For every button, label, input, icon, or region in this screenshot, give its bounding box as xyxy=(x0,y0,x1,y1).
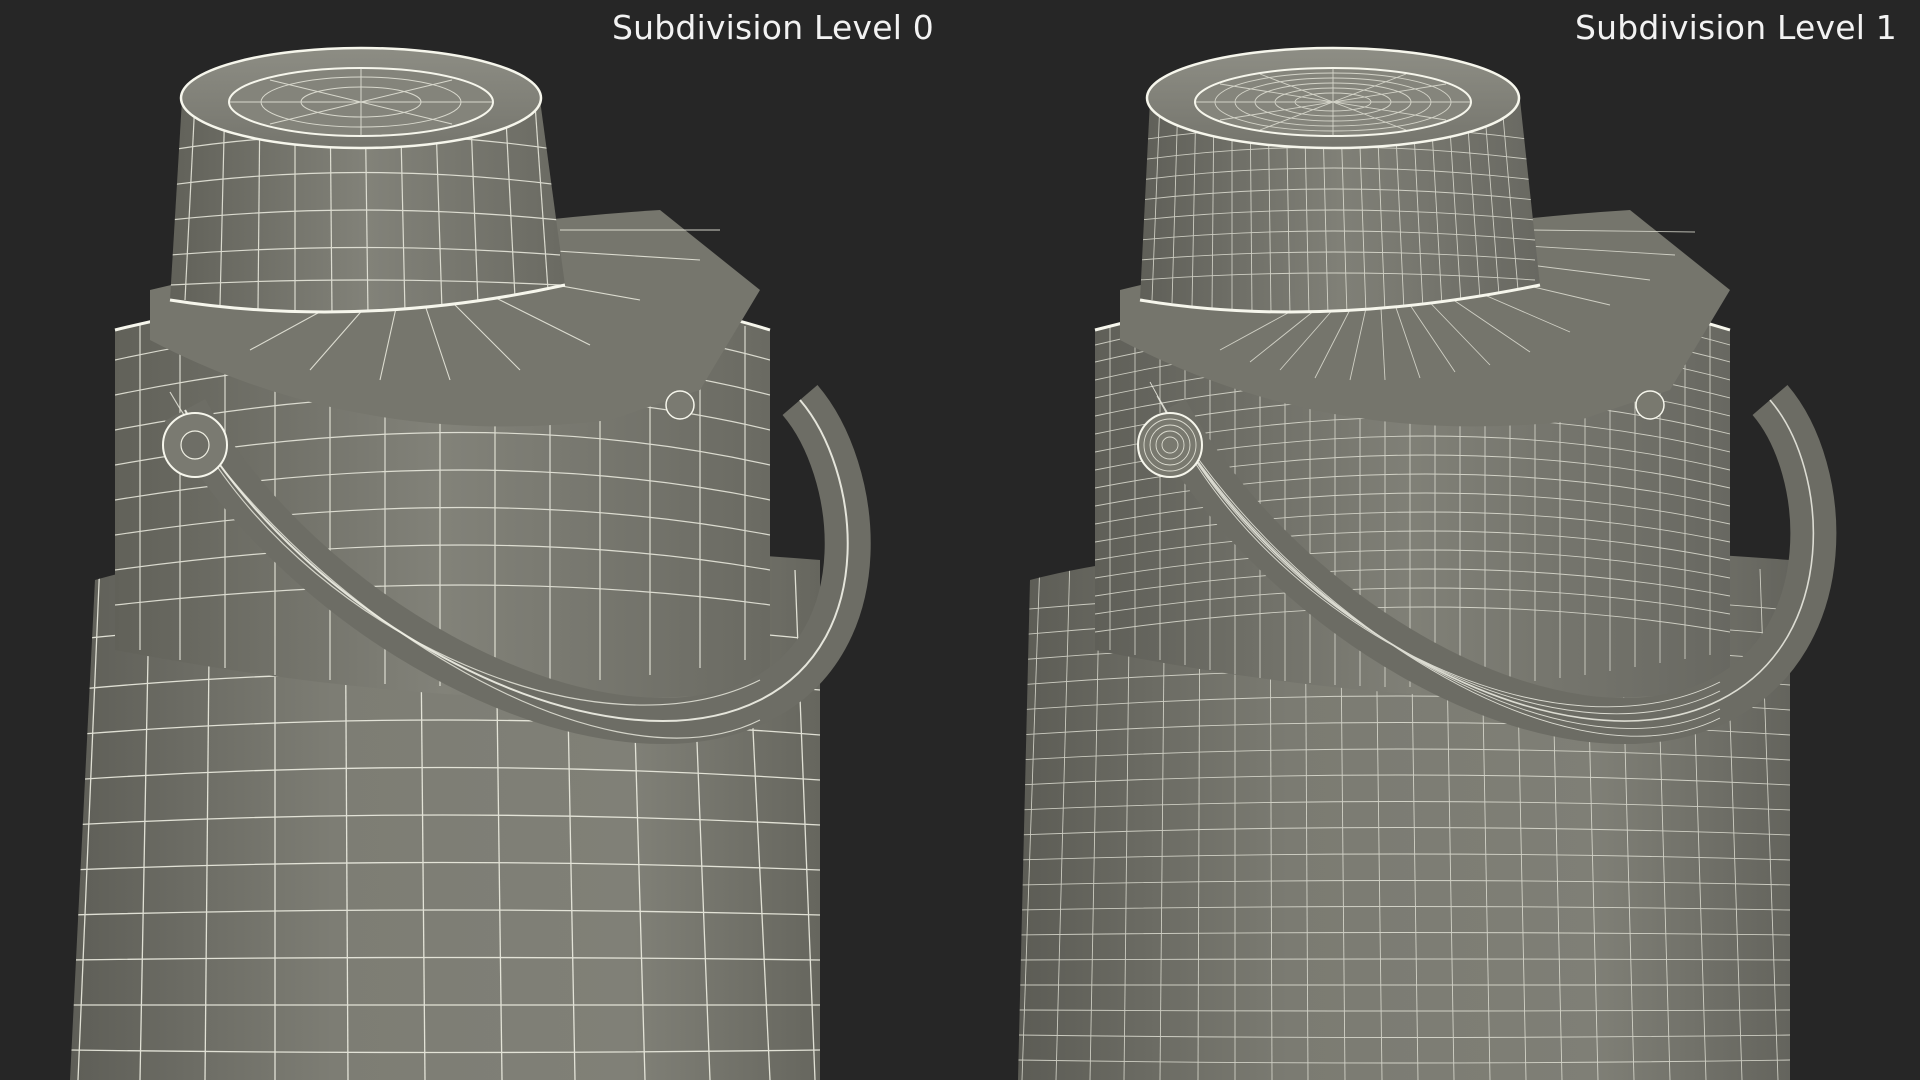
panel-subdivision-level-0: Subdivision Level 0 xyxy=(0,0,960,1080)
render-comparison: Subdivision Level 0 Subdivision Level 1 xyxy=(0,0,1920,1080)
bottle-wireframe-render-level-1 xyxy=(1018,46,1837,1080)
hinge-pin-left xyxy=(1137,412,1203,478)
panel-subdivision-level-1: Subdivision Level 1 xyxy=(960,0,1920,1080)
panel-caption: Subdivision Level 0 xyxy=(612,8,934,47)
hinge-pin-right xyxy=(665,390,695,420)
bottle-wireframe-render-level-0 xyxy=(70,46,871,1080)
hinge-pin-right xyxy=(1635,390,1665,420)
panel-caption: Subdivision Level 1 xyxy=(1575,8,1897,47)
